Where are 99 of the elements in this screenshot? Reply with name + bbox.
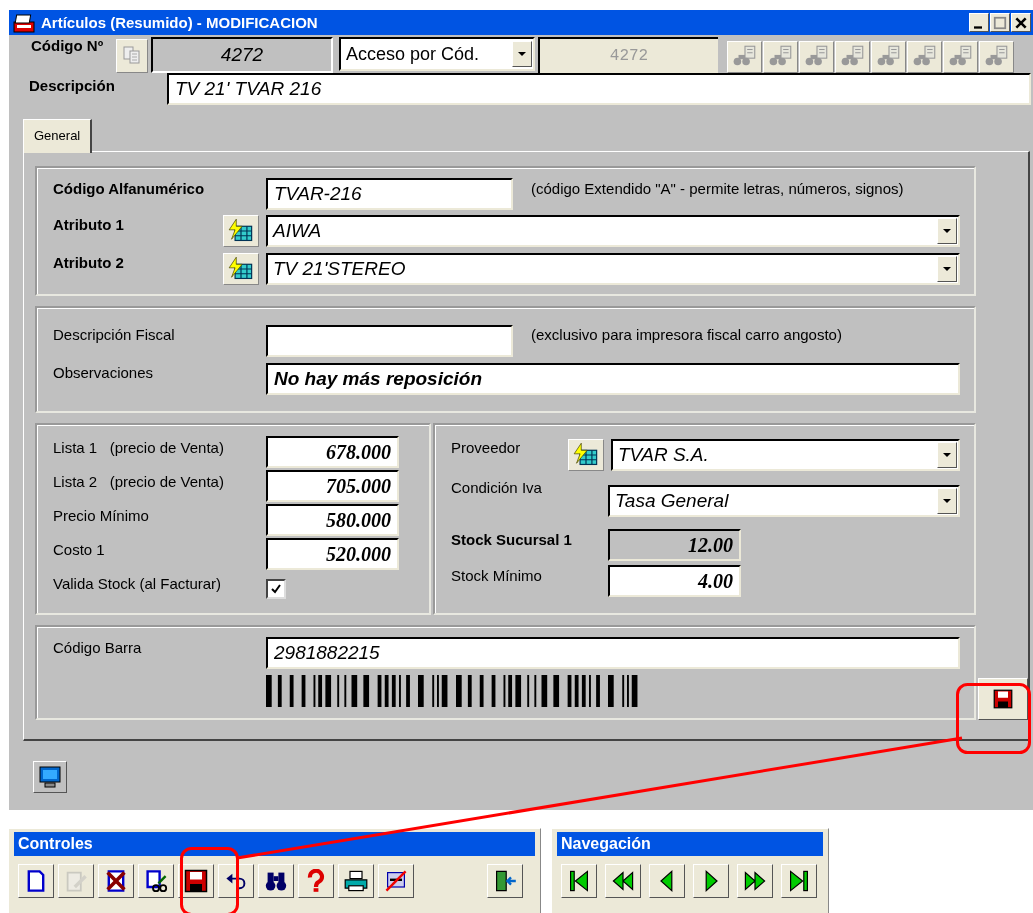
access-mode-value: Acceso por Cód.	[345, 43, 481, 65]
supplier-dropdown[interactable]: TVAR S.A.	[611, 439, 960, 471]
first-record-button[interactable]	[561, 864, 597, 898]
field-label: Proveedor	[451, 438, 522, 456]
modify-button[interactable]	[138, 864, 174, 898]
code-label: Código Nº	[30, 37, 105, 56]
binoculars-document-icon	[875, 45, 902, 67]
field-label: Atributo 1	[53, 215, 125, 233]
attribute-dropdown[interactable]: AIWA	[266, 215, 960, 247]
code-field[interactable]: 4272	[151, 37, 333, 73]
field-label: Lista 2 (precio de Venta)	[53, 472, 225, 490]
description-field[interactable]: TV 21' TVAR 216	[167, 73, 1031, 105]
field-label: Stock Sucursal 1	[451, 530, 573, 548]
price-field[interactable]: 678.000	[266, 436, 399, 468]
lookup-button[interactable]	[223, 253, 259, 285]
close-button[interactable]	[1011, 13, 1031, 32]
minimize-button[interactable]	[969, 13, 989, 32]
field-label: Observaciones	[53, 363, 155, 381]
branch-stock-field: 12.00	[608, 529, 741, 561]
binoculars-document-icon	[767, 45, 794, 67]
skip-forward-icon	[787, 869, 811, 893]
binoculars-document-icon	[911, 45, 938, 67]
field-label: Condición Iva	[451, 478, 543, 496]
attribute-value: AIWA	[271, 220, 323, 242]
attribute-value: TV 21'STEREO	[272, 258, 407, 280]
lightning-grid-icon	[228, 219, 254, 243]
barcode-field[interactable]: 2981882215	[266, 637, 960, 669]
next-button[interactable]	[693, 864, 729, 898]
maximize-icon	[993, 16, 1007, 30]
crossed-page-icon	[104, 869, 128, 893]
crossed-out-icon	[384, 869, 408, 893]
check-icon	[270, 583, 282, 595]
price-field[interactable]: 520.000	[266, 538, 399, 570]
delete-button[interactable]	[98, 864, 134, 898]
lightning-grid-icon	[228, 257, 254, 281]
toolbar-title: Controles	[14, 832, 535, 856]
copy-button[interactable]	[116, 39, 148, 73]
lightning-grid-icon	[573, 443, 599, 467]
maximize-button[interactable]	[990, 13, 1010, 32]
alphanumeric-code-field[interactable]: TVAR-216	[266, 178, 513, 210]
binoculars-document-icon	[803, 45, 830, 67]
binoculars-document-icon	[731, 45, 758, 67]
hint-text: (exclusivo para impresora fiscal carro angosto)	[531, 325, 842, 343]
minimize-icon	[974, 26, 982, 29]
field-label: Costo 1	[53, 540, 106, 558]
code-display-field: 4272	[538, 37, 718, 73]
close-icon	[1014, 16, 1028, 30]
checkbox[interactable]	[266, 579, 286, 599]
monitor-button[interactable]	[33, 761, 67, 793]
field-label: Atributo 2	[53, 253, 125, 271]
new-button[interactable]	[18, 864, 54, 898]
attribute-dropdown[interactable]: TV 21'STEREO	[266, 253, 960, 285]
search-button[interactable]	[258, 864, 294, 898]
last-record-button[interactable]	[781, 864, 817, 898]
binoculars-document-icon	[983, 45, 1010, 67]
lookup-button[interactable]	[223, 215, 259, 247]
cash-register-icon	[13, 12, 35, 33]
copy-icon	[122, 45, 142, 65]
page-pencil-icon	[64, 869, 88, 893]
double-left-icon	[611, 869, 635, 893]
printer-icon	[344, 869, 368, 893]
minimum-stock-field[interactable]: 4.00	[608, 565, 741, 597]
binoculars-document-icon	[839, 45, 866, 67]
help-button[interactable]	[298, 864, 334, 898]
lookup-button[interactable]	[568, 439, 604, 471]
window-title: Artículos (Resumido) - MODIFICACION	[41, 14, 319, 31]
tax-condition-dropdown[interactable]: Tasa General	[608, 485, 960, 517]
field-label: Lista 1 (precio de Venta)	[53, 438, 225, 456]
highlight-ring	[180, 847, 239, 913]
print-button[interactable]	[338, 864, 374, 898]
skip-back-icon	[567, 869, 591, 893]
checkbox-label: Valida Stock (al Facturar)	[53, 574, 223, 592]
save-button[interactable]	[978, 678, 1028, 720]
price-field[interactable]: 580.000	[266, 504, 399, 536]
field-label: Código Barra	[53, 638, 143, 656]
access-mode-dropdown[interactable]: Acceso por Cód.	[339, 37, 535, 71]
previous-page-button[interactable]	[605, 864, 641, 898]
supplier-value: TVAR S.A.	[617, 444, 710, 466]
price-field[interactable]: 705.000	[266, 470, 399, 502]
field-label: Descripción Fiscal	[53, 325, 176, 343]
double-right-icon	[743, 869, 767, 893]
exit-button[interactable]	[487, 864, 523, 898]
monitor-icon	[37, 765, 63, 789]
previous-button[interactable]	[649, 864, 685, 898]
fiscal-description-field[interactable]	[266, 325, 513, 357]
toolbar-title: Navegación	[557, 832, 823, 856]
unlink-button[interactable]	[378, 864, 414, 898]
field-label: Precio Mínimo	[53, 506, 150, 524]
field-label: Stock Mínimo	[451, 566, 543, 584]
hint-text: (código Extendido "A" - permite letras, números, signos)	[531, 179, 904, 197]
description-label: Descripción	[28, 76, 116, 96]
binoculars-document-icon	[947, 45, 974, 67]
next-page-button[interactable]	[737, 864, 773, 898]
tax-condition-value: Tasa General	[614, 490, 730, 512]
door-arrow-icon	[493, 869, 517, 893]
field-label: Código Alfanumérico	[53, 179, 206, 197]
tab[interactable]: General	[23, 119, 93, 153]
page-glasses-icon	[144, 869, 168, 893]
observations-field[interactable]: No hay más reposición	[266, 363, 960, 395]
